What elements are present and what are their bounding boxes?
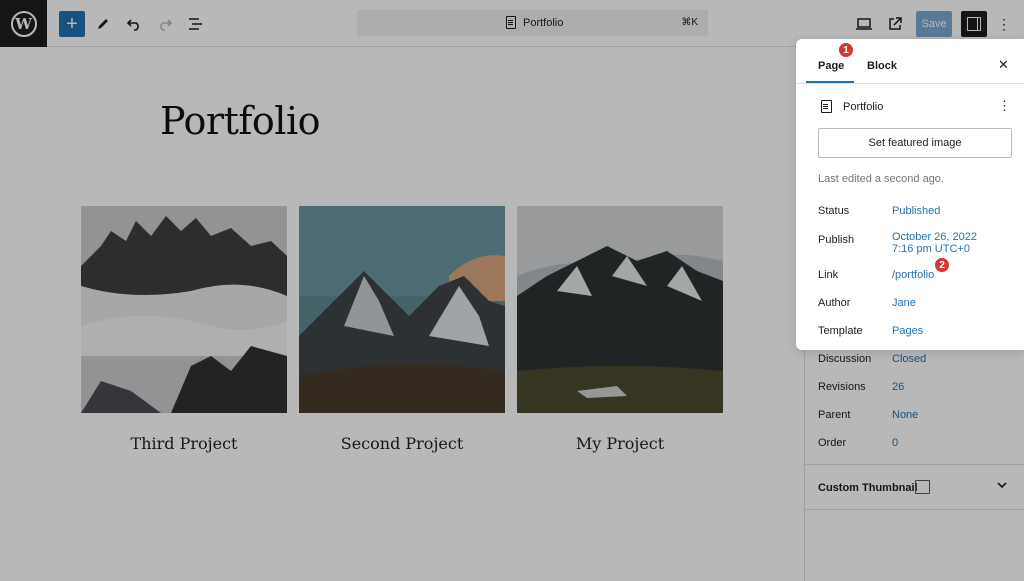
field-label: Publish (818, 234, 855, 246)
step-badge-1: 1 (838, 42, 854, 58)
last-edited-text: Last edited a second ago. (818, 173, 944, 185)
document-settings-panel: Page Block ✕ 1 Portfolio ⋮ Set featured … (796, 39, 1024, 350)
tab-page[interactable]: Page (818, 60, 844, 72)
close-icon[interactable]: ✕ (998, 57, 1009, 73)
set-featured-image-button[interactable]: Set featured image (818, 128, 1012, 158)
divider (796, 83, 1024, 84)
field-label: Status (818, 205, 850, 217)
publish-time-value[interactable]: 7:16 pm UTC+0 (892, 243, 970, 255)
tab-block[interactable]: Block (867, 60, 897, 72)
page-name: Portfolio (843, 101, 884, 113)
status-value[interactable]: Published (892, 205, 940, 217)
author-value[interactable]: Jane (892, 297, 916, 309)
more-vertical-icon[interactable]: ⋮ (998, 98, 1011, 114)
step-badge-2: 2 (934, 257, 950, 273)
page-icon (821, 100, 832, 113)
field-label: Author (818, 297, 851, 309)
field-label: Link (818, 269, 839, 281)
link-value[interactable]: /portfolio (892, 269, 934, 281)
publish-date-value[interactable]: October 26, 2022 (892, 231, 977, 243)
template-value[interactable]: Pages (892, 325, 923, 337)
field-label: Template (818, 325, 863, 337)
